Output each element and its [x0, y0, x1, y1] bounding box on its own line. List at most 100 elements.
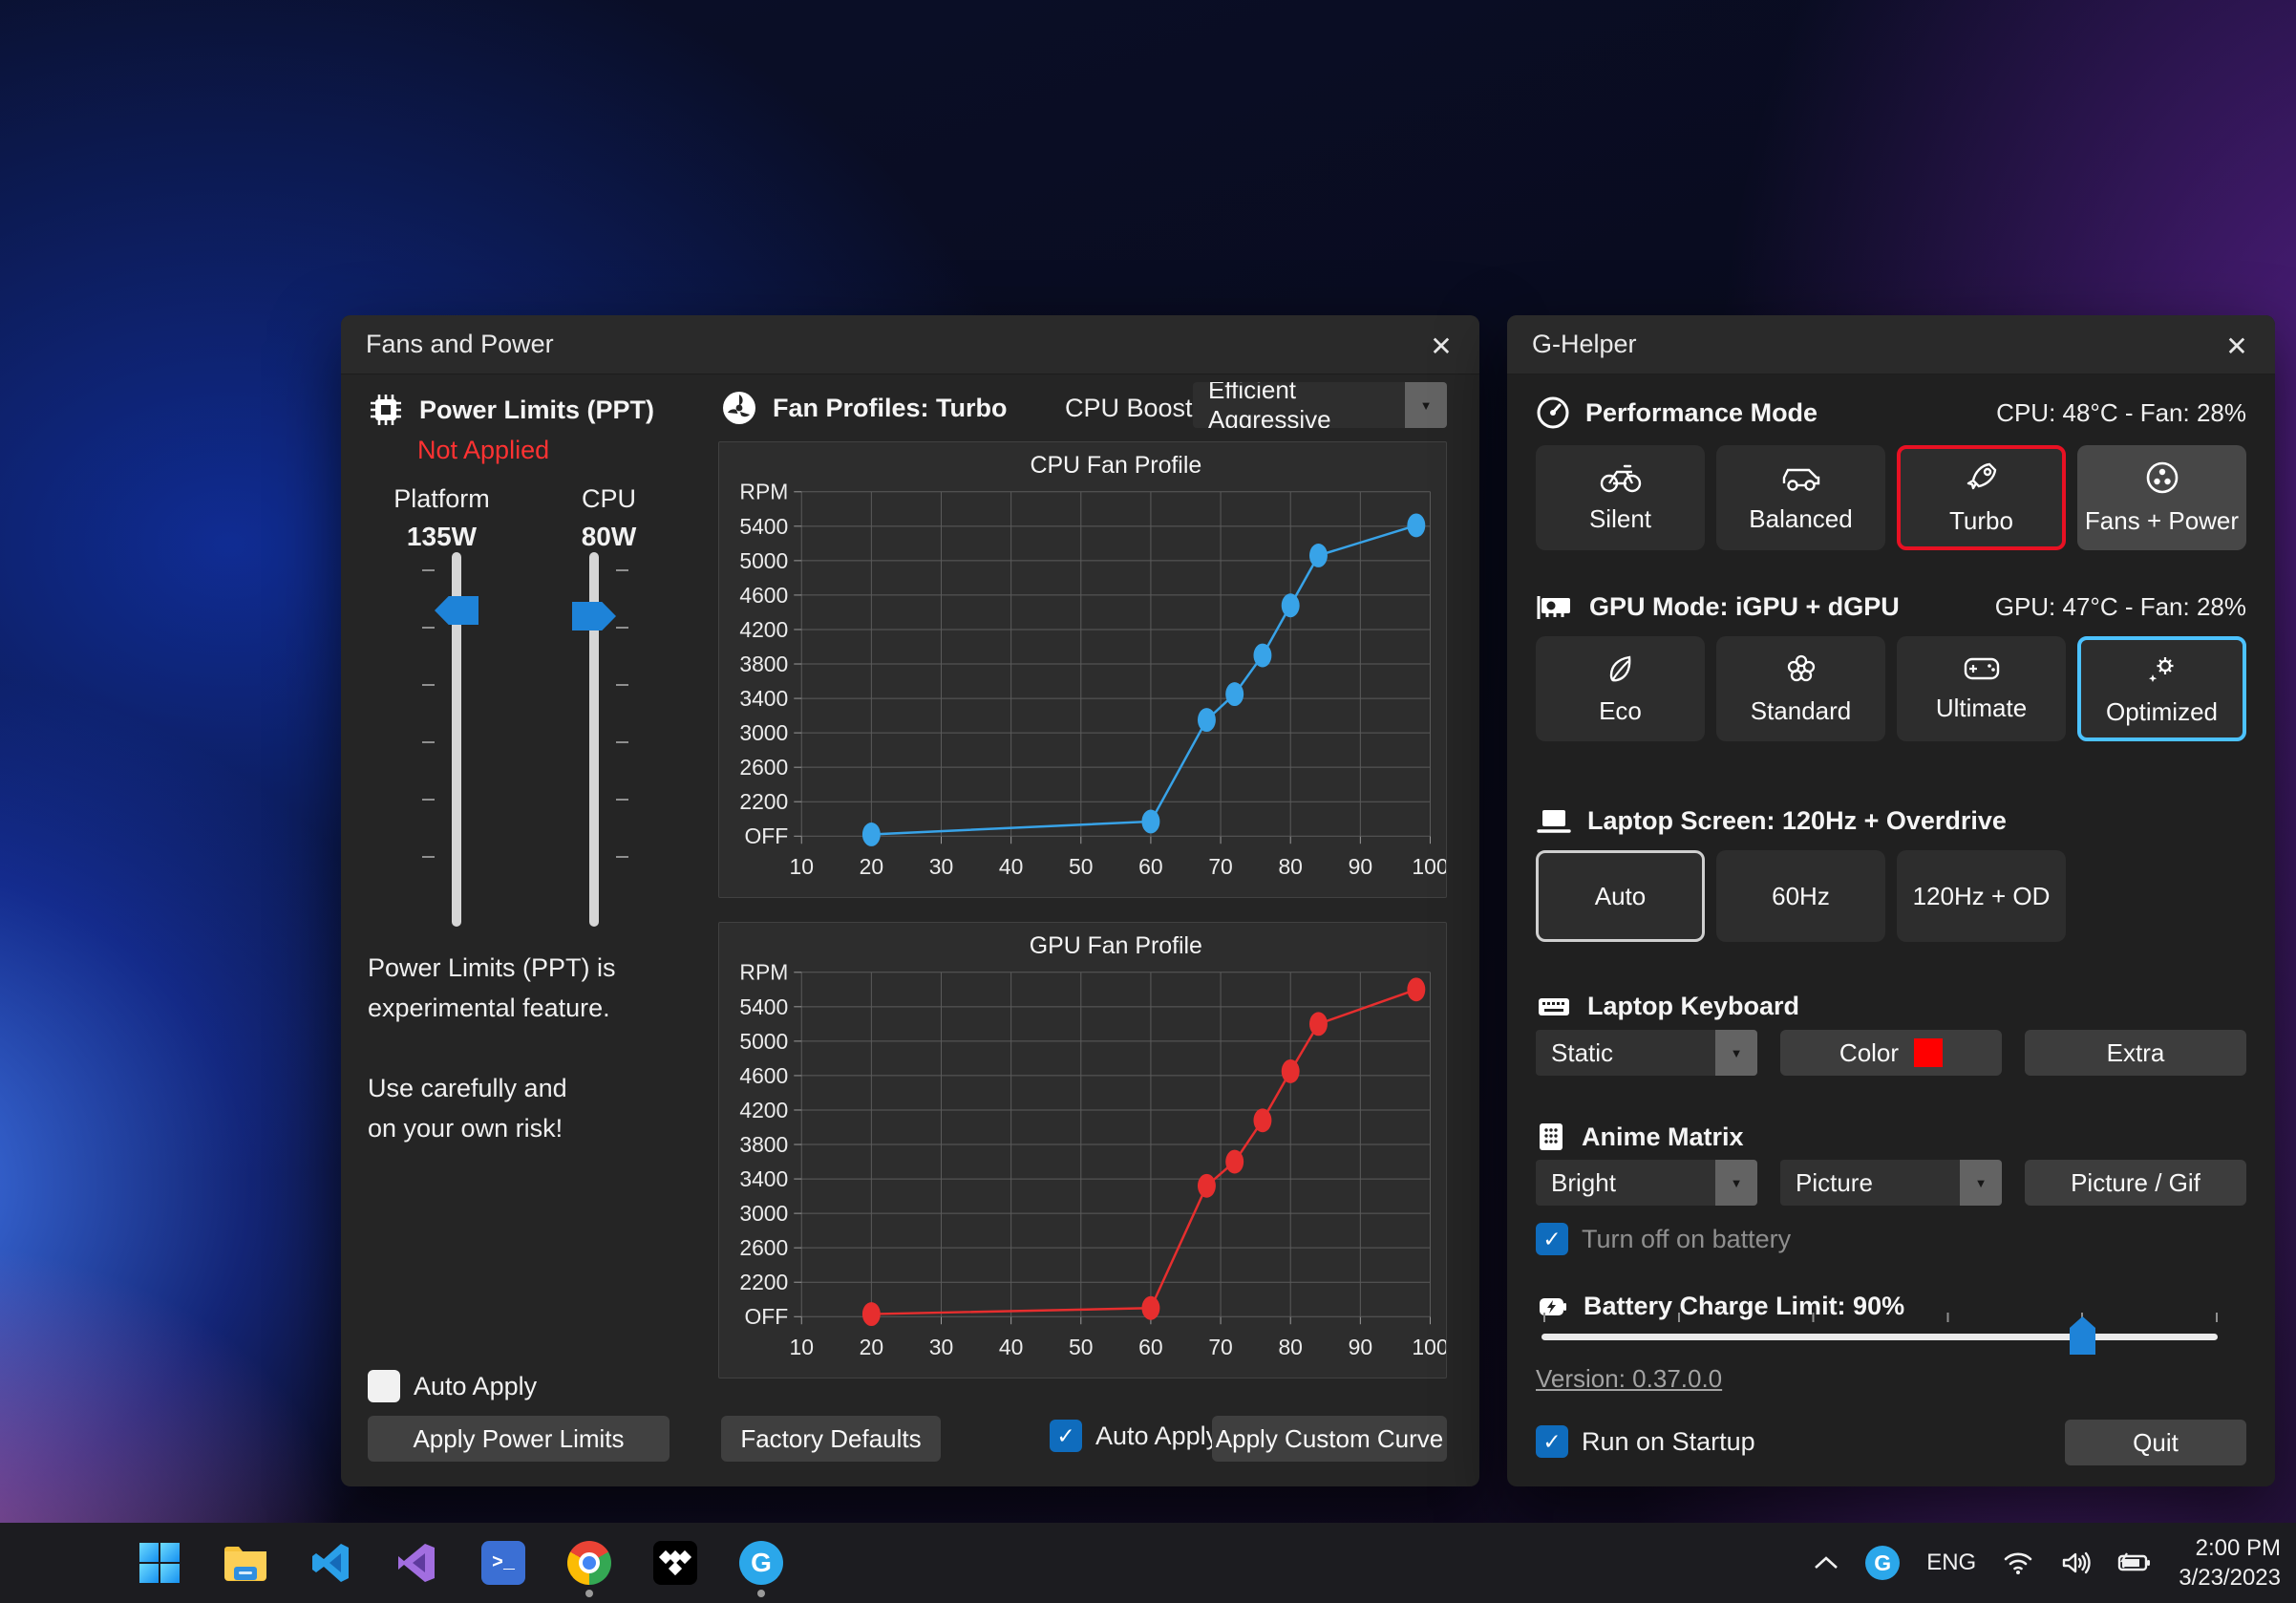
svg-text:RPM: RPM [739, 960, 788, 985]
svg-text:3000: 3000 [739, 1201, 788, 1226]
screen-120hz-od-button[interactable]: 120Hz + OD [1897, 850, 2066, 942]
platform-slider[interactable] [452, 552, 461, 927]
keyboard-heading-row: Laptop Keyboard [1536, 992, 2246, 1021]
power-limits-warning: Use carefully and on your own risk! [368, 1068, 567, 1148]
gpu-heading-row: GPU Mode: iGPU + dGPU GPU: 47°C - Fan: 2… [1536, 592, 2246, 622]
svg-text:3000: 3000 [739, 720, 788, 745]
battery-limit-slider[interactable] [1536, 1313, 2246, 1370]
g-helper-taskbar-button[interactable]: G [737, 1539, 785, 1587]
balanced-mode-button[interactable]: Balanced [1716, 445, 1885, 550]
fan-icon [721, 390, 757, 426]
ultimate-mode-button[interactable]: Ultimate [1897, 636, 2066, 741]
g-helper-titlebar[interactable]: G-Helper [1507, 315, 2275, 374]
power-limits-labels: Platform 135W CPU 80W [358, 480, 692, 556]
chevron-up-icon[interactable] [1814, 1555, 1839, 1571]
silent-mode-button[interactable]: Silent [1536, 445, 1705, 550]
turn-off-on-battery-checkbox[interactable]: ✓ [1536, 1223, 1568, 1255]
svg-text:5000: 5000 [739, 1029, 788, 1054]
factory-defaults-button[interactable]: Factory Defaults [721, 1416, 941, 1462]
file-explorer-button[interactable] [222, 1539, 269, 1587]
svg-text:40: 40 [999, 854, 1023, 879]
fan-profiles-heading: Fan Profiles: Turbo [773, 394, 1008, 423]
battery-slider-track[interactable] [1541, 1334, 2218, 1340]
check-icon: ✓ [1542, 1429, 1561, 1455]
eco-mode-button[interactable]: Eco [1536, 636, 1705, 741]
matrix-battery-row: ✓ Turn off on battery [1536, 1223, 1791, 1255]
keyboard-extra-button[interactable]: Extra [2025, 1030, 2246, 1076]
power-auto-apply-label: Auto Apply [414, 1372, 537, 1401]
matrix-mode-dropdown[interactable]: Picture ▼ [1780, 1160, 2002, 1206]
cpu-slider-thumb[interactable] [572, 602, 616, 631]
cpu-fan-profile-chart[interactable]: 102030405060708090100RPM5400500046004200… [718, 441, 1447, 898]
power-auto-apply-row: Auto Apply [368, 1370, 537, 1402]
clock[interactable]: 2:00 PM 3/23/2023 [2179, 1533, 2281, 1592]
close-icon[interactable]: ✕ [1424, 329, 1458, 363]
screen-60hz-button[interactable]: 60Hz [1716, 850, 1885, 942]
svg-text:4200: 4200 [739, 1098, 788, 1122]
visual-studio-button[interactable] [393, 1539, 441, 1587]
svg-text:80: 80 [1278, 1335, 1302, 1359]
matrix-controls: Bright ▼ Picture ▼ Picture / Gif [1536, 1160, 2246, 1206]
windows-start-icon [138, 1541, 181, 1585]
turn-off-on-battery-label: Turn off on battery [1582, 1225, 1791, 1254]
check-icon: ✓ [1056, 1423, 1074, 1449]
start-button[interactable] [136, 1539, 183, 1587]
keyboard-mode-dropdown[interactable]: Static ▼ [1536, 1030, 1757, 1076]
gear-sparkle-icon [2145, 652, 2179, 686]
vscode-button[interactable] [308, 1539, 355, 1587]
chrome-button[interactable] [565, 1539, 613, 1587]
bicycle-icon [1600, 462, 1642, 493]
keyboard-color-button[interactable]: Color [1780, 1030, 2002, 1076]
version-link[interactable]: Version: 0.37.0.0 [1536, 1364, 1722, 1394]
curve-auto-apply-row: ✓ Auto Apply [1050, 1420, 1219, 1452]
battery-slider-thumb[interactable] [2070, 1316, 2095, 1355]
running-indicator [757, 1590, 765, 1597]
chevron-down-icon[interactable]: ▼ [1715, 1160, 1757, 1206]
tray-time: 2:00 PM [2179, 1533, 2281, 1563]
laptop-screen-icon [1536, 807, 1572, 836]
battery-icon[interactable] [2117, 1551, 2152, 1574]
svg-text:10: 10 [790, 1335, 814, 1359]
power-auto-apply-checkbox[interactable] [368, 1370, 400, 1402]
matrix-brightness-dropdown[interactable]: Bright ▼ [1536, 1160, 1757, 1206]
gamepad-icon [1963, 655, 2001, 682]
cpu-boost-label: CPU Boost [1065, 394, 1193, 423]
gpu-fan-profile-chart[interactable]: 102030405060708090100RPM5400500046004200… [718, 922, 1447, 1379]
run-on-startup-checkbox[interactable]: ✓ [1536, 1425, 1568, 1458]
close-icon[interactable]: ✕ [2220, 329, 2254, 363]
battery-slider-ticks [1543, 1313, 2218, 1322]
curve-auto-apply-checkbox[interactable]: ✓ [1050, 1420, 1082, 1452]
platform-value: 135W [407, 522, 477, 551]
rocket-icon [1965, 460, 1999, 495]
quit-button[interactable]: Quit [2065, 1420, 2246, 1465]
terminal-button[interactable]: >_ [479, 1539, 527, 1587]
picture-gif-button[interactable]: Picture / Gif [2025, 1160, 2246, 1206]
dot-matrix-icon [1536, 1122, 1566, 1152]
terminal-icon: >_ [481, 1541, 525, 1585]
cpu-value: 80W [582, 522, 637, 551]
fans-window-titlebar[interactable]: Fans and Power [341, 315, 1479, 374]
volume-icon[interactable] [2060, 1550, 2091, 1575]
cpu-slider[interactable] [589, 552, 599, 927]
performance-buttons: Silent Balanced Turbo [1536, 445, 2246, 550]
g-helper-tray-icon[interactable]: G [1865, 1546, 1900, 1580]
cpu-temp-fan-status: CPU: 48°C - Fan: 28% [1996, 398, 2246, 428]
language-indicator[interactable]: ENG [1926, 1550, 1976, 1576]
cpu-boost-dropdown[interactable]: Efficient Aggressive ▼ [1193, 382, 1447, 428]
standard-mode-button[interactable]: Standard [1716, 636, 1885, 741]
apply-power-limits-button[interactable]: Apply Power Limits [368, 1416, 670, 1462]
optimized-mode-button[interactable]: Optimized [2077, 636, 2246, 741]
apply-custom-curve-button[interactable]: Apply Custom Curve [1212, 1416, 1447, 1462]
screen-auto-button[interactable]: Auto [1536, 850, 1705, 942]
tidal-button[interactable] [651, 1539, 699, 1587]
chevron-down-icon[interactable]: ▼ [1960, 1160, 2002, 1206]
wifi-icon[interactable] [2003, 1550, 2033, 1575]
chevron-down-icon[interactable]: ▼ [1715, 1030, 1757, 1076]
platform-slider-thumb[interactable] [435, 596, 478, 625]
turbo-mode-button[interactable]: Turbo [1897, 445, 2066, 550]
fans-power-button[interactable]: Fans + Power [2077, 445, 2246, 550]
svg-text:100: 100 [1412, 854, 1446, 879]
platform-slider-ticks [422, 569, 435, 913]
fan-profiles-heading-row: Fan Profiles: Turbo [721, 390, 1008, 426]
chevron-down-icon[interactable]: ▼ [1405, 382, 1447, 428]
